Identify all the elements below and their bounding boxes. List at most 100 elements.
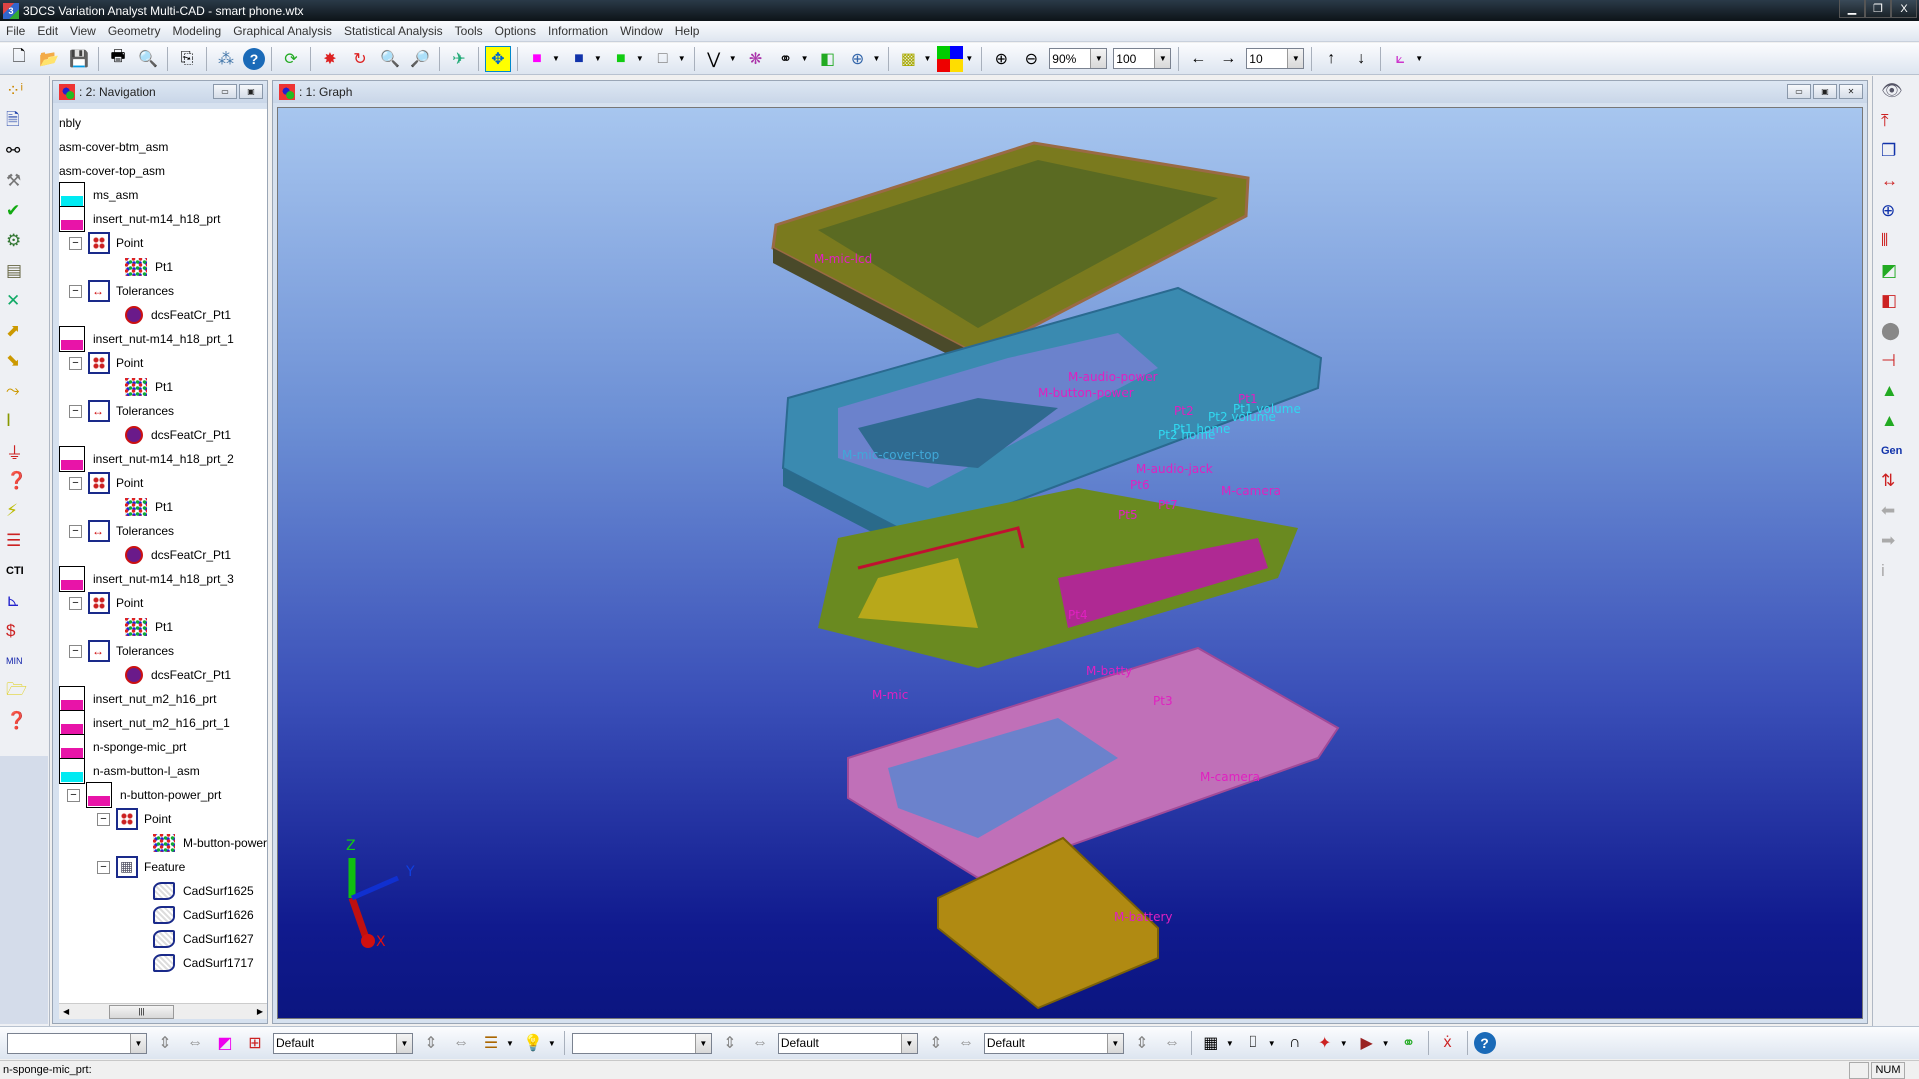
model-label[interactable]: Pt6 <box>1130 478 1150 492</box>
chevron-down-icon[interactable]: ▼ <box>552 54 560 63</box>
left-right-arrow-icon[interactable]: ⇔ <box>953 1030 979 1056</box>
chevron-down-icon[interactable]: ▼ <box>729 54 737 63</box>
restore-button[interactable]: ❐ <box>1865 0 1891 18</box>
back-arrow-icon[interactable]: ⬅ <box>1873 496 1913 526</box>
help-icon[interactable]: ? <box>1473 1032 1496 1054</box>
new-file-icon[interactable]: 🗋 <box>6 46 32 72</box>
cost-icon[interactable]: $ <box>0 616 40 646</box>
print-icon[interactable]: 🖶 <box>105 46 131 72</box>
menu-geometry[interactable]: Geometry <box>102 24 167 38</box>
chevron-down-icon[interactable]: ▼ <box>1382 1039 1390 1048</box>
model-label[interactable]: Pt5 <box>1118 508 1138 522</box>
bottom-combo-4[interactable]: Default ▼ <box>777 1032 918 1054</box>
chevron-down-icon[interactable]: ▼ <box>636 54 644 63</box>
tree-item[interactable]: dcsFeatCr_Pt1 <box>125 303 231 327</box>
open-file-icon[interactable]: 📂 <box>36 46 62 72</box>
menu-options[interactable]: Options <box>489 24 542 38</box>
menu-modeling[interactable]: Modeling <box>167 24 228 38</box>
tree-item[interactable]: − Point <box>69 231 143 255</box>
print-preview-icon[interactable]: 🔍 <box>135 46 161 72</box>
stack-icon[interactable]: ☰ <box>0 526 40 556</box>
min-icon[interactable]: MIN <box>0 646 40 676</box>
model-label[interactable]: M-camera <box>1200 770 1260 784</box>
refresh-icon[interactable]: ⟳ <box>278 46 304 72</box>
chevron-down-icon[interactable]: ▼ <box>678 54 686 63</box>
blue-cube-icon[interactable]: ■ <box>566 46 592 72</box>
model-label[interactable]: M-audio-jack <box>1136 462 1213 476</box>
tree-item[interactable]: CadSurf1627 <box>153 927 254 951</box>
info-icon[interactable]: i <box>1873 556 1913 586</box>
tree-item[interactable]: insert_nut-m14_h18_prt_2 <box>59 446 234 472</box>
fit-all-icon[interactable]: ✸ <box>317 46 343 72</box>
model-label[interactable]: M-mic <box>872 688 908 702</box>
menu-statistical-analysis[interactable]: Statistical Analysis <box>338 24 449 38</box>
tree-item[interactable]: − Tolerances <box>69 399 174 423</box>
tree-item[interactable]: CadSurf1626 <box>153 903 254 927</box>
left-right-arrow-icon[interactable]: ⇔ <box>747 1030 773 1056</box>
histogram-icon[interactable]: ▲ <box>1873 376 1913 406</box>
collapse-toggle[interactable]: − <box>69 356 82 370</box>
color-palette-icon[interactable] <box>937 45 964 72</box>
tree-item[interactable]: dcsFeatCr_Pt1 <box>125 423 231 447</box>
feature-tol-icon[interactable]: ❐ <box>1873 136 1913 166</box>
tree-item[interactable]: − Tolerances <box>69 639 174 663</box>
bottom-combo-1[interactable]: ▼ <box>7 1032 147 1054</box>
measure-icon[interactable]: ⊣ <box>1873 346 1913 376</box>
chevron-down-icon[interactable]: ▼ <box>548 1039 556 1048</box>
menu-graphical-analysis[interactable]: Graphical Analysis <box>227 24 338 38</box>
left-right-arrow-icon[interactable]: ⇔ <box>448 1030 474 1056</box>
step-combo[interactable]: 10 ▼ <box>1246 48 1305 69</box>
menu-file[interactable]: File <box>0 24 31 38</box>
model-label[interactable]: M-mic-cover-top <box>842 448 939 462</box>
tree-item[interactable]: − Point <box>97 807 171 831</box>
light-bulb-icon[interactable]: 💡 <box>520 1030 546 1056</box>
tree-item[interactable]: insert_nut_m2_h16_prt <box>59 686 216 712</box>
model-label[interactable]: M-battery <box>1114 910 1172 924</box>
network-icon[interactable]: ⚭ <box>1396 1030 1422 1056</box>
help-icon[interactable]: ❓ <box>0 706 40 736</box>
tree-item[interactable]: − Tolerances <box>69 519 174 543</box>
tools-icon[interactable]: ⚒ <box>0 166 40 196</box>
tree-item[interactable]: − Feature <box>97 855 185 879</box>
clamp-icon[interactable]: ∩ <box>1282 1030 1308 1056</box>
zoom-icon[interactable]: 🔍 <box>377 46 403 72</box>
collapse-toggle[interactable]: − <box>69 404 82 418</box>
tree-item[interactable]: Pt1 <box>125 375 173 399</box>
3d-viewport[interactable]: Z Y X M-mic-lcd M-mic-cover-top M-button… <box>277 107 1863 1019</box>
log-icon[interactable]: ▤ <box>0 256 40 286</box>
tree-item[interactable]: n-asm-button-l_asm <box>59 758 200 784</box>
arrow-right-icon[interactable]: → <box>1215 46 1241 72</box>
plug-icon[interactable]: ⏚ <box>0 436 40 466</box>
line-icon[interactable]: ⋁ <box>701 46 727 72</box>
scroll-thumb[interactable]: ||| <box>109 1004 174 1019</box>
binoculars-icon[interactable]: ⚯ <box>0 136 40 166</box>
chevron-down-icon[interactable]: ▼ <box>1268 1039 1276 1048</box>
eye-points-icon[interactable]: 👁 <box>1873 76 1913 106</box>
color-scale-icon[interactable]: ⊾ <box>0 586 40 616</box>
i-beam-icon[interactable]: Ⅰ <box>0 406 40 436</box>
horizontal-scrollbar[interactable]: ◀ ||| ▶ <box>59 1003 267 1019</box>
minimize-button[interactable]: ▭ <box>213 84 237 99</box>
tree-item[interactable]: insert_nut-m14_h18_prt <box>59 206 220 232</box>
menu-help[interactable]: Help <box>669 24 706 38</box>
chevron-down-icon[interactable]: ▼ <box>923 54 931 63</box>
up-down-arrow-icon[interactable]: ⇕ <box>923 1030 949 1056</box>
cti-icon[interactable]: CTI <box>0 556 40 586</box>
arrow-up-icon[interactable]: ↑ <box>1318 46 1344 72</box>
model-label[interactable]: Pt4 <box>1068 608 1088 622</box>
tree-item[interactable]: − Point <box>69 471 143 495</box>
menu-view[interactable]: View <box>64 24 102 38</box>
gap-icon[interactable]: ⫴ <box>1873 226 1913 256</box>
up-down-arrow-icon[interactable]: ⇕ <box>1129 1030 1155 1056</box>
tolerance-icon[interactable]: ↔ <box>1873 166 1913 196</box>
hidden-icon[interactable]: ⚭ <box>773 46 799 72</box>
tree-item[interactable]: asm-cover-btm_asm <box>59 135 168 159</box>
restore-button[interactable]: ▣ <box>239 84 263 99</box>
wireframe-cube-icon[interactable]: □ <box>650 46 676 72</box>
center-icon[interactable]: ✥ <box>485 45 511 72</box>
tree-item[interactable]: − n-button-power_prt <box>67 782 221 808</box>
excel-icon[interactable]: ✕ <box>0 286 40 316</box>
tree-item[interactable]: CadSurf1717 <box>153 951 254 975</box>
collapse-toggle[interactable]: − <box>97 860 110 874</box>
clip-icon[interactable]: ⌷ <box>1240 1030 1266 1056</box>
